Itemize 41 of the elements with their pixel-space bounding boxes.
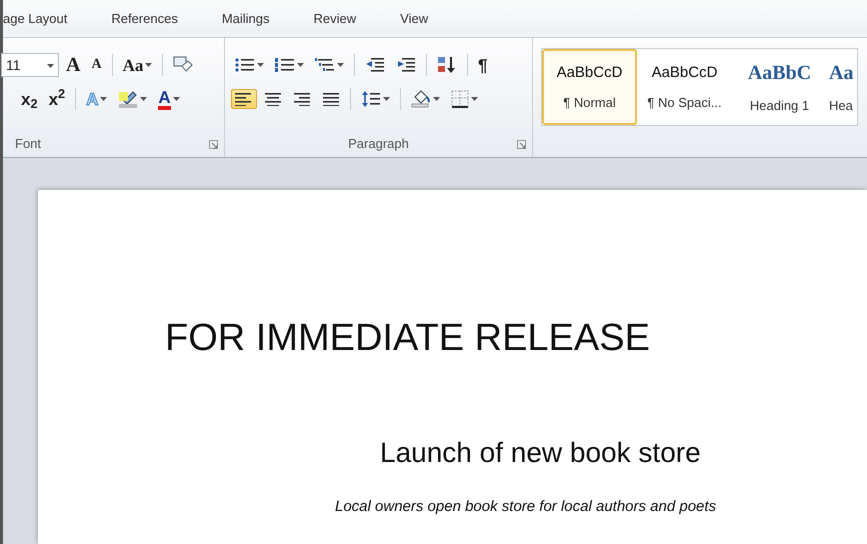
ribbon-tab[interactable]: Mailings xyxy=(200,8,292,28)
dialog-launcher-icon xyxy=(517,140,526,149)
ribbon-tab[interactable]: View xyxy=(378,8,450,28)
align-left-icon xyxy=(235,92,253,106)
numbering-icon xyxy=(275,57,295,73)
caret-icon xyxy=(47,64,54,68)
increase-indent-icon xyxy=(396,57,416,73)
line-spacing-icon xyxy=(361,90,381,108)
sort-icon xyxy=(437,56,457,74)
borders-icon xyxy=(451,90,469,108)
bullets-icon xyxy=(235,57,255,73)
superscript-button[interactable]: x$^{2}$ xyxy=(44,88,70,110)
decrease-indent-icon xyxy=(365,57,385,73)
align-right-icon xyxy=(293,92,311,106)
group-label: Paragraph xyxy=(348,135,409,154)
grow-font-button[interactable]: A xyxy=(62,52,84,78)
show-marks-button[interactable]: ¶ xyxy=(474,54,492,76)
align-left-button[interactable] xyxy=(231,89,257,109)
style-gallery-item[interactable]: AaBbCcD ¶ No Spaci... xyxy=(637,49,732,125)
ribbon-tab[interactable]: References xyxy=(89,8,200,28)
paint-bucket-icon xyxy=(411,90,431,108)
ribbon-tab[interactable]: Review xyxy=(292,8,378,28)
subscript-button[interactable]: x$_{2}$ xyxy=(17,88,42,110)
group-label: Font xyxy=(15,135,42,154)
style-gallery-item[interactable]: AaBbC Heading 1 xyxy=(732,49,827,125)
clear-formatting-icon xyxy=(173,56,194,74)
justify-icon xyxy=(322,92,340,106)
highlighter-icon xyxy=(118,90,138,108)
document-tagline: Local owners open book store for local authors and poets xyxy=(335,496,718,517)
document-headline: Launch of new book store xyxy=(380,436,702,470)
font-size-field[interactable]: 11 xyxy=(1,53,59,77)
align-center-icon xyxy=(264,92,282,106)
change-case-button[interactable]: Aa xyxy=(118,54,156,76)
dialog-launcher-icon xyxy=(209,140,218,149)
multilevel-list-icon xyxy=(315,57,335,73)
ribbon-tab[interactable]: age Layout xyxy=(3,8,90,28)
style-gallery-item[interactable]: Aa Hea xyxy=(827,49,857,125)
style-gallery-item[interactable]: AaBbCcD ¶ Normal xyxy=(542,49,637,125)
document-title: FOR IMMEDIATE RELEASE xyxy=(165,318,651,360)
font-color-button[interactable]: A xyxy=(154,86,184,112)
shrink-font-button[interactable]: A xyxy=(87,55,106,75)
